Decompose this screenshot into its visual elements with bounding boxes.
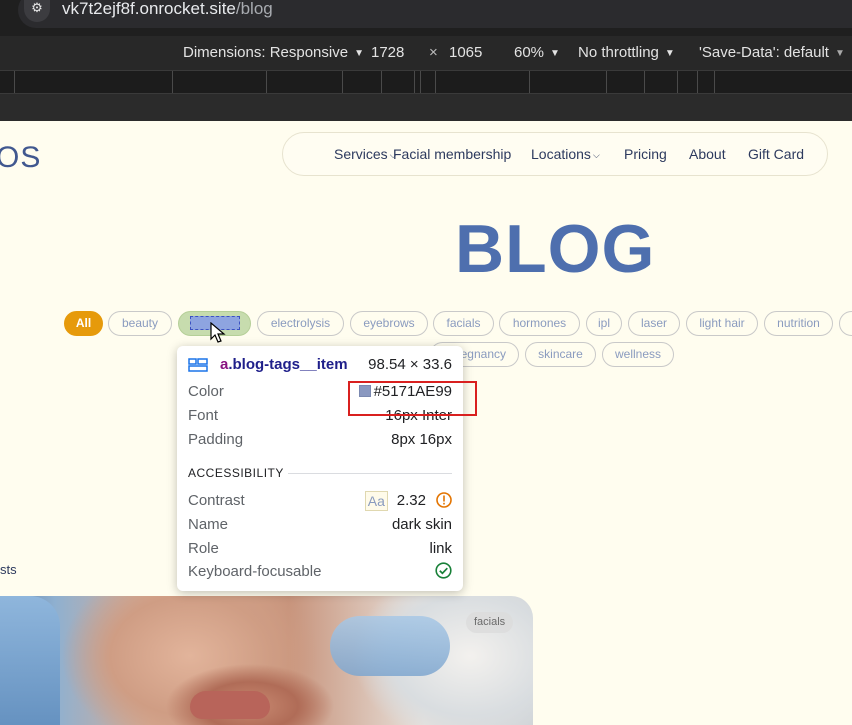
dimensions-label: Dimensions: Responsive xyxy=(183,44,349,61)
ruler-tick xyxy=(644,71,645,93)
site-logo[interactable]: OS xyxy=(0,141,41,175)
tag-wellness[interactable]: wellness xyxy=(602,342,674,367)
media-query-ruler[interactable] xyxy=(0,70,852,94)
color-label: Color xyxy=(188,383,224,400)
nav-services[interactable]: Services ⌵ xyxy=(334,133,397,177)
zoom-label: 60% xyxy=(514,44,545,61)
throttling-label: No throttling xyxy=(578,44,659,61)
grid-layout-icon xyxy=(188,358,208,372)
divider xyxy=(288,473,452,474)
tag-all[interactable]: All xyxy=(64,311,103,336)
keyboard-value xyxy=(435,561,452,583)
name-row: Name dark skin xyxy=(188,514,452,536)
selector-text: a.blog-tags__item xyxy=(220,354,348,376)
ruler-tick xyxy=(172,71,173,93)
url-path: /blog xyxy=(235,0,273,18)
device-ruler xyxy=(0,94,852,121)
device-toolbar: Dimensions: Responsive ▼ 1728 × 1065 60% ▼… xyxy=(0,36,852,70)
chevron-down-icon: ⌵ xyxy=(592,150,600,160)
tag-hormones[interactable]: hormones xyxy=(499,311,580,336)
blog-post-image[interactable]: facials xyxy=(0,596,533,725)
element-size: 98.54 × 33.6 xyxy=(368,356,452,373)
padding-value: 8px 16px xyxy=(391,431,452,448)
save-data-dropdown[interactable]: 'Save-Data': default ▼ xyxy=(699,36,845,70)
name-value: dark skin xyxy=(391,516,452,533)
tag-light-hair[interactable]: light hair xyxy=(686,311,758,336)
contrast-row: Contrast Aa 2.32 xyxy=(188,490,452,512)
main-nav: Services ⌵ Facial membership Locations ⌵ P… xyxy=(282,132,828,176)
ruler-tick xyxy=(435,71,436,93)
role-label: Role xyxy=(188,540,219,557)
ruler-tick xyxy=(342,71,343,93)
caret-down-icon: ▼ xyxy=(664,48,675,59)
post-category-badge[interactable]: facials xyxy=(466,612,514,633)
url-text[interactable]: vk7t2ejf8f.onrocket.site/blog xyxy=(62,0,273,22)
ruler-tick xyxy=(714,71,715,93)
warning-icon xyxy=(436,492,452,508)
glove-shape xyxy=(0,596,60,725)
ruler-tick xyxy=(529,71,530,93)
tag-skincare[interactable]: skincare xyxy=(525,342,596,367)
tag-nutrition[interactable]: nutrition xyxy=(764,311,833,336)
font-label: Font xyxy=(188,407,219,424)
padding-label: Padding xyxy=(188,431,244,448)
nav-facial-membership[interactable]: Facial membership xyxy=(393,133,511,177)
keyboard-label: Keyboard-focusable xyxy=(188,563,322,580)
tag-facials[interactable]: facials xyxy=(433,311,494,336)
zoom-dropdown[interactable]: 60% ▼ xyxy=(514,36,560,70)
page-title: BLOG xyxy=(455,211,656,287)
lips-shape xyxy=(190,691,270,719)
contrast-value: 2.32 xyxy=(396,492,426,509)
posts-heading-fragment: sts xyxy=(0,562,17,577)
ruler-tick xyxy=(697,71,698,93)
save-data-label: 'Save-Data': default xyxy=(699,44,829,61)
check-circle-icon xyxy=(435,562,452,579)
ruler-tick xyxy=(420,71,421,93)
accessibility-heading: ACCESSIBILITY xyxy=(188,466,284,480)
ruler-tick xyxy=(414,71,415,93)
nav-locations[interactable]: Locations ⌵ xyxy=(531,133,600,177)
nav-about[interactable]: About xyxy=(689,133,726,177)
padding-row: Padding 8px 16px xyxy=(188,429,452,451)
tag-laser[interactable]: laser xyxy=(628,311,680,336)
role-row: Role link xyxy=(188,538,452,560)
ruler-tick xyxy=(677,71,678,93)
browser-address-bar: ⚙ vk7t2ejf8f.onrocket.site/blog xyxy=(0,0,852,36)
caret-down-icon: ▼ xyxy=(354,48,364,59)
width-input[interactable]: 1728 xyxy=(371,36,404,70)
tag-beauty[interactable]: beauty xyxy=(108,311,172,336)
role-value: link xyxy=(429,540,452,557)
nav-label: Services xyxy=(334,146,388,162)
ruler-tick xyxy=(14,71,15,93)
contrast-value-wrap: Aa 2.32 xyxy=(364,490,452,512)
mouse-cursor-icon xyxy=(210,322,226,343)
selector-class: .blog-tags__item xyxy=(228,356,348,373)
contrast-label: Contrast xyxy=(188,492,245,509)
accessibility-heading-row: ACCESSIBILITY xyxy=(188,466,452,482)
height-input[interactable]: 1065 xyxy=(449,36,482,70)
caret-down-icon: ▼ xyxy=(834,48,845,59)
throttling-dropdown[interactable]: No throttling ▼ xyxy=(578,36,675,70)
name-label: Name xyxy=(188,516,229,533)
url-host: vk7t2ejf8f.onrocket.site xyxy=(62,0,236,18)
nav-pricing[interactable]: Pricing xyxy=(624,133,667,177)
annotation-highlight-box xyxy=(348,381,477,416)
nav-label: Locations xyxy=(531,146,591,162)
contrast-sample: Aa xyxy=(364,491,388,512)
times-sign: × xyxy=(429,44,438,61)
glove-shape xyxy=(330,616,450,676)
nav-gift-card[interactable]: Gift Card xyxy=(748,133,804,177)
tag-eyebrows[interactable]: eyebrows xyxy=(350,311,428,336)
tooltip-header: a.blog-tags__item 98.54 × 33.6 xyxy=(188,354,452,376)
tag-ipl[interactable]: ipl xyxy=(586,311,622,336)
keyboard-row: Keyboard-focusable xyxy=(188,561,452,583)
tag-electrolysis[interactable]: electrolysis xyxy=(257,311,344,336)
caret-down-icon: ▼ xyxy=(550,48,560,59)
ruler-tick xyxy=(606,71,607,93)
dimensions-dropdown[interactable]: Dimensions: Responsive ▼ xyxy=(183,36,364,70)
ruler-tick xyxy=(381,71,382,93)
tag-partial[interactable] xyxy=(839,311,852,336)
ruler-tick xyxy=(266,71,267,93)
